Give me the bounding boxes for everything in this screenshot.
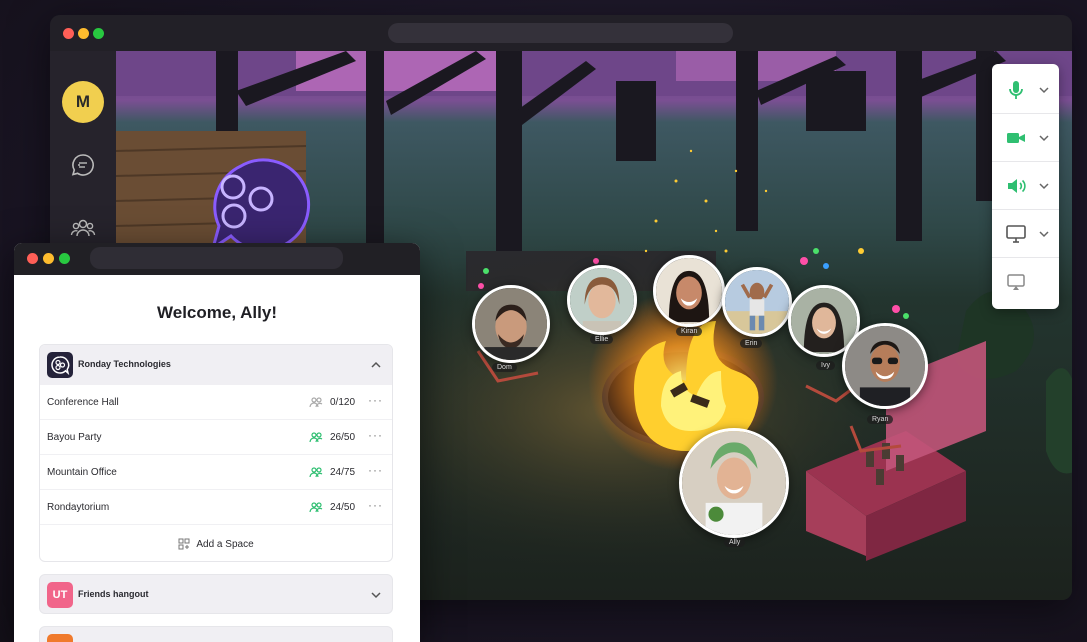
video-camera-icon[interactable] xyxy=(1004,126,1028,150)
participant-name: Kiran xyxy=(676,327,703,336)
organization-card: Ronday Technologies Conference Hall 0/12… xyxy=(39,344,393,562)
maximize-window-button[interactable] xyxy=(59,253,70,264)
organization-name: Friends hangout xyxy=(78,589,149,599)
space-occupancy: 0/120 xyxy=(330,397,356,408)
add-space-button[interactable]: Add a Space xyxy=(40,526,392,561)
space-name: Conference Hall xyxy=(47,397,119,408)
cast-control[interactable] xyxy=(992,258,1059,306)
organization-badge: UT xyxy=(47,582,73,608)
participant-name: Dom xyxy=(492,363,517,372)
participant-name: Erin xyxy=(740,339,763,348)
cast-icon[interactable] xyxy=(1004,270,1028,294)
maximize-window-button[interactable] xyxy=(93,28,104,39)
spaces-address-bar[interactable] xyxy=(90,247,343,269)
chevron-down-icon[interactable] xyxy=(1038,132,1050,144)
more-options-icon[interactable]: ··· xyxy=(368,393,383,407)
organization-header[interactable]: Ronday Technologies xyxy=(40,345,392,385)
user-avatar[interactable]: M xyxy=(62,81,104,123)
neon-logo-sign xyxy=(210,158,311,252)
close-window-button[interactable] xyxy=(63,28,74,39)
space-row[interactable]: Rondaytorium 24/50 ··· xyxy=(40,490,392,525)
people-icon xyxy=(309,467,323,478)
more-options-icon[interactable]: ··· xyxy=(368,463,383,477)
minimize-window-button[interactable] xyxy=(43,253,54,264)
speaker-control[interactable] xyxy=(992,162,1059,210)
more-options-icon[interactable]: ··· xyxy=(368,498,383,512)
people-icon[interactable] xyxy=(69,214,97,242)
organization-badge xyxy=(47,634,73,642)
add-space-label: Add a Space xyxy=(196,538,254,550)
space-row[interactable]: Conference Hall 0/120 ··· xyxy=(40,385,392,420)
close-window-button[interactable] xyxy=(27,253,38,264)
participant-bubble[interactable] xyxy=(653,255,725,327)
more-options-icon[interactable]: ··· xyxy=(368,428,383,442)
chevron-down-icon[interactable] xyxy=(1038,180,1050,192)
space-occupancy: 24/75 xyxy=(330,467,356,478)
participant-bubble[interactable] xyxy=(842,323,928,409)
participant-name: Ally xyxy=(724,538,746,547)
screen-share-control[interactable] xyxy=(992,210,1059,258)
people-icon xyxy=(309,397,323,408)
space-occupancy: 26/50 xyxy=(330,432,356,443)
organization-card-collapsed[interactable] xyxy=(39,626,393,642)
microphone-control[interactable] xyxy=(992,66,1059,114)
chevron-down-icon[interactable] xyxy=(1038,228,1050,240)
participant-bubble[interactable] xyxy=(679,428,789,538)
space-name: Mountain Office xyxy=(47,467,117,478)
spaces-window: Welcome, Ally! Ronday Technologies Confe… xyxy=(14,243,420,642)
space-row[interactable]: Mountain Office 24/75 ··· xyxy=(40,455,392,490)
spaces-window-titlebar xyxy=(14,243,420,275)
participant-name: Ellie xyxy=(590,335,614,344)
main-window-titlebar xyxy=(50,15,1072,51)
participant-name: Ivy xyxy=(816,361,835,370)
main-address-bar[interactable] xyxy=(388,23,733,43)
chevron-down-icon[interactable] xyxy=(1038,84,1050,96)
add-space-icon xyxy=(178,538,190,550)
media-controls-panel xyxy=(992,64,1059,309)
chevron-up-icon[interactable] xyxy=(370,359,382,371)
organization-name: Ronday Technologies xyxy=(78,359,171,369)
ronday-logo-icon xyxy=(47,352,73,378)
space-row[interactable]: Bayou Party 26/50 ··· xyxy=(40,420,392,455)
chat-icon[interactable] xyxy=(69,151,97,179)
participant-bubble[interactable] xyxy=(567,265,637,335)
organization-card-collapsed[interactable]: UT Friends hangout xyxy=(39,574,393,614)
space-name: Bayou Party xyxy=(47,432,102,443)
people-icon xyxy=(309,502,323,513)
welcome-title: Welcome, Ally! xyxy=(157,303,277,322)
participant-bubble[interactable] xyxy=(722,267,792,337)
participant-bubble[interactable] xyxy=(472,285,550,363)
microphone-icon[interactable] xyxy=(1004,78,1028,102)
screen-share-icon[interactable] xyxy=(1004,222,1028,246)
speaker-icon[interactable] xyxy=(1004,174,1028,198)
camera-control[interactable] xyxy=(992,114,1059,162)
chevron-down-icon[interactable] xyxy=(370,589,382,601)
space-occupancy: 24/50 xyxy=(330,502,356,513)
people-icon xyxy=(309,432,323,443)
participant-name: Ryan xyxy=(867,415,894,424)
space-name: Rondaytorium xyxy=(47,502,110,513)
minimize-window-button[interactable] xyxy=(78,28,89,39)
